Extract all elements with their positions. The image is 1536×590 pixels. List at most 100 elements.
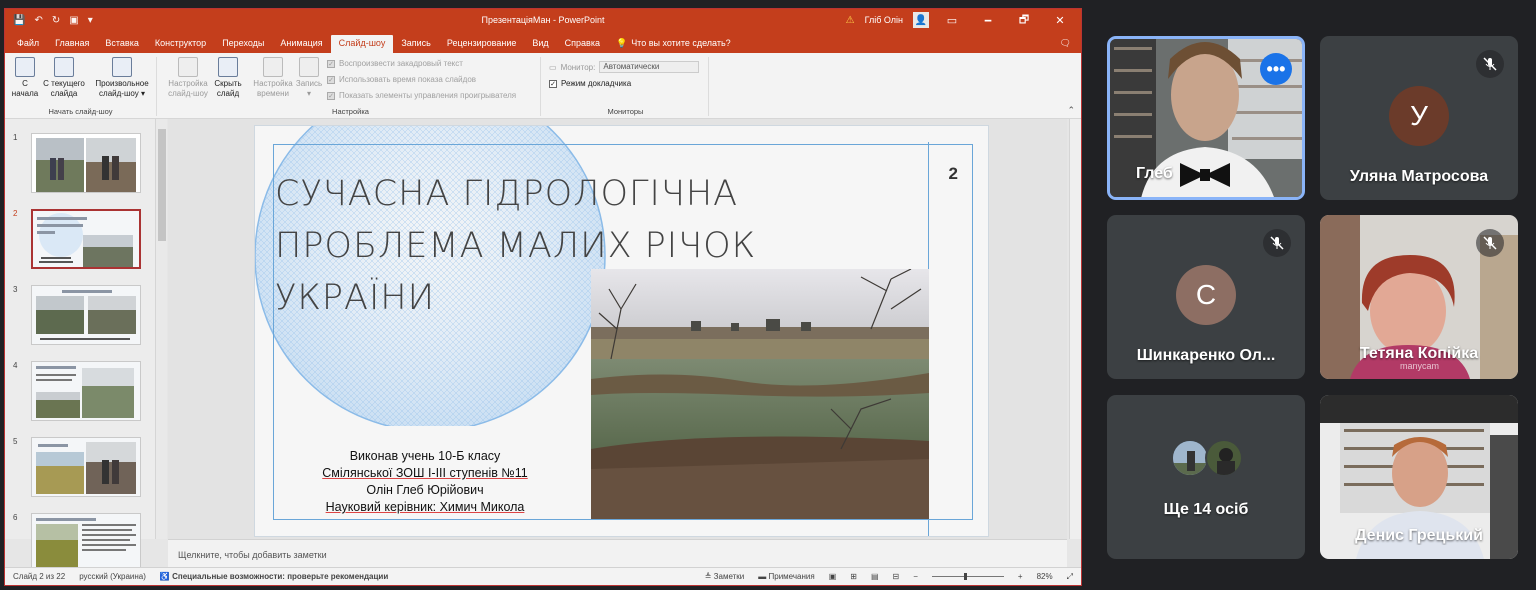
start-slideshow-group: С начала С текущего слайда Произвольное … xyxy=(5,57,157,116)
custom-slideshow-icon xyxy=(112,57,132,77)
participant-name: Денис Грецький xyxy=(1355,527,1483,544)
more-options-icon[interactable]: ••• xyxy=(1260,53,1292,85)
hide-slide-button[interactable]: Скрыть слайд xyxy=(211,57,245,99)
show-controls-label: Показать элементы управления проигрывате… xyxy=(339,91,517,100)
notes-pane[interactable]: Щелкните, чтобы добавить заметки xyxy=(168,539,1067,567)
accessibility-icon: ♿ xyxy=(159,572,173,581)
slide-thumbnail[interactable]: 1 xyxy=(13,133,145,195)
participant-tile[interactable]: Денис Грецький xyxy=(1320,395,1518,559)
supervisor-name: Науковий керівник: Химич Микола xyxy=(325,500,525,514)
monitor-icon: ▭ xyxy=(549,62,557,72)
thumbnail-number: 6 xyxy=(13,513,18,522)
start-group-label: Начать слайд-шоу xyxy=(48,107,113,116)
author-block[interactable]: Виконав учень 10-Б класу Смілянської ЗОШ… xyxy=(275,448,575,516)
tell-me-search[interactable]: 💡 Что вы хотите сделать? xyxy=(608,35,731,53)
setup-group-label: Настройка xyxy=(332,107,369,116)
scrollbar-thumb[interactable] xyxy=(158,129,166,241)
minimize-button[interactable]: 🗕 xyxy=(975,11,1001,30)
quick-access-toolbar: 💾 ↶ ↻ ▣ ▾ xyxy=(5,15,93,26)
user-avatar-icon[interactable]: 👤 xyxy=(913,12,929,28)
comments-toggle[interactable]: ▬ Примечания xyxy=(758,572,814,581)
slide-thumbnail[interactable]: 4 xyxy=(13,361,145,423)
from-current-button[interactable]: С текущего слайда xyxy=(41,57,87,99)
slide-thumbnail[interactable]: 6 xyxy=(13,513,145,575)
tab-transitions[interactable]: Переходы xyxy=(214,35,272,53)
from-beginning-button[interactable]: С начала xyxy=(9,57,41,99)
checkbox-box: ✓ xyxy=(327,91,335,100)
collapse-ribbon-icon[interactable]: ⌃ xyxy=(1067,105,1075,116)
tab-insert[interactable]: Вставка xyxy=(97,35,146,53)
normal-view-icon[interactable]: ▣ xyxy=(829,572,837,581)
monitors-group-label: Мониторы xyxy=(607,107,644,116)
custom-slideshow-button[interactable]: Произвольное слайд-шоу ▾ xyxy=(91,57,153,99)
slideshow-view-icon[interactable]: ⊟ xyxy=(893,572,900,581)
participant-tile-active[interactable]: ••• Глеб xyxy=(1107,36,1305,200)
participant-name: Тетяна Копійка xyxy=(1359,345,1479,362)
participant-tile[interactable]: С Шинкаренко Ол... xyxy=(1107,215,1305,379)
reading-view-icon[interactable]: ▤ xyxy=(871,572,879,581)
rehearse-label: Настройка времени xyxy=(253,79,293,98)
close-button[interactable]: ✕ xyxy=(1047,14,1073,27)
user-name[interactable]: Гліб Олін xyxy=(865,15,903,25)
warning-icon[interactable]: ⚠ xyxy=(846,15,855,26)
current-slide[interactable]: 2 СУЧАСНА ГІДРОЛОГІЧНА ПРОБЛЕМА МАЛИХ РІ… xyxy=(254,125,989,537)
redo-icon[interactable]: ↻ xyxy=(52,15,60,26)
slide-count: Слайд 2 из 22 xyxy=(13,572,66,581)
tab-home[interactable]: Главная xyxy=(47,35,97,53)
monitors-group: ▭ Монитор: Автоматически ✓ Режим докладч… xyxy=(543,57,709,116)
from-current-label: С текущего слайда xyxy=(43,79,85,98)
tab-slideshow[interactable]: Слайд-шоу xyxy=(330,35,394,53)
tab-design[interactable]: Конструктор xyxy=(147,35,214,53)
zoom-in-icon[interactable]: + xyxy=(1018,572,1023,581)
record-button[interactable]: Запись ▾ xyxy=(295,57,323,99)
zoom-slider[interactable] xyxy=(931,573,1004,580)
more-participants-tile[interactable]: Ще 14 осіб xyxy=(1107,395,1305,559)
fit-to-window-icon[interactable]: ⤢ xyxy=(1067,572,1073,582)
participant-tile[interactable]: manycam Тетяна Копійка xyxy=(1320,215,1518,379)
setup-slideshow-button[interactable]: Настройка слайд-шоу xyxy=(165,57,211,99)
slide-sorter-icon[interactable]: ⊞ xyxy=(850,572,857,581)
zoom-out-icon[interactable]: − xyxy=(913,572,918,581)
slide-thumbnail-selected[interactable]: 2 xyxy=(13,209,145,271)
accessibility-indicator[interactable]: ♿ Специальные возможности: проверьте рек… xyxy=(160,572,388,581)
tab-record[interactable]: Запись xyxy=(393,35,439,53)
participant-tile[interactable]: У Уляна Матросова xyxy=(1320,36,1518,200)
slide-thumbnail[interactable]: 5 xyxy=(13,437,145,499)
checkbox-box: ✓ xyxy=(327,59,335,68)
show-controls-checkbox[interactable]: ✓ Показать элементы управления проигрыва… xyxy=(327,91,516,100)
tab-animations[interactable]: Анимация xyxy=(272,35,330,53)
comment-icon[interactable]: 🗨 xyxy=(1060,35,1081,53)
present-from-start-icon[interactable]: ▣ xyxy=(69,15,78,26)
restore-button[interactable]: 🗗 xyxy=(1011,11,1037,30)
tab-review[interactable]: Рецензирование xyxy=(439,35,525,53)
slide-thumbnail[interactable]: 3 xyxy=(13,285,145,347)
checkbox-box: ✓ xyxy=(327,75,335,84)
tab-view[interactable]: Вид xyxy=(524,35,556,53)
tab-help[interactable]: Справка xyxy=(557,35,608,53)
presenter-view-checkbox[interactable]: ✓ Режим докладчика xyxy=(549,79,631,88)
use-timings-checkbox[interactable]: ✓ Использовать время показа слайдов xyxy=(327,75,476,84)
notes-toggle[interactable]: ≜ Заметки xyxy=(705,572,745,581)
river-photo[interactable] xyxy=(591,269,929,519)
powerpoint-window: 💾 ↶ ↻ ▣ ▾ ПрезентаціяМан - PowerPoint ⚠ … xyxy=(4,8,1082,586)
customize-toolbar-icon[interactable]: ▾ xyxy=(88,15,93,26)
save-icon[interactable]: 💾 xyxy=(13,15,25,26)
slide-scrollbar[interactable] xyxy=(1069,119,1081,539)
slide-thumbnails-pane: 1 2 3 4 5 6 xyxy=(5,119,155,573)
thumbnail-image xyxy=(31,285,141,345)
zoom-level[interactable]: 82% xyxy=(1037,572,1053,581)
hide-slide-icon xyxy=(218,57,238,77)
rehearse-timings-button[interactable]: Настройка времени xyxy=(251,57,295,99)
thumbnail-image xyxy=(31,437,141,497)
title-line: ПРОБЛЕМА МАЛИХ РІЧОК xyxy=(275,226,757,266)
play-narrations-checkbox[interactable]: ✓ Воспроизвести закадровый текст xyxy=(327,59,463,68)
tab-file[interactable]: Файл xyxy=(9,35,47,53)
undo-icon[interactable]: ↶ xyxy=(34,15,42,26)
thumbnails-scrollbar[interactable] xyxy=(155,119,167,539)
ribbon-display-options-icon[interactable]: ▭ xyxy=(939,14,965,27)
lightbulb-icon: 💡 xyxy=(615,38,628,48)
monitor-select[interactable]: Автоматически xyxy=(599,61,700,73)
zoom-slider-thumb[interactable] xyxy=(963,573,967,580)
slide-number: 2 xyxy=(948,164,958,183)
language-indicator[interactable]: русский (Украина) xyxy=(79,572,146,581)
